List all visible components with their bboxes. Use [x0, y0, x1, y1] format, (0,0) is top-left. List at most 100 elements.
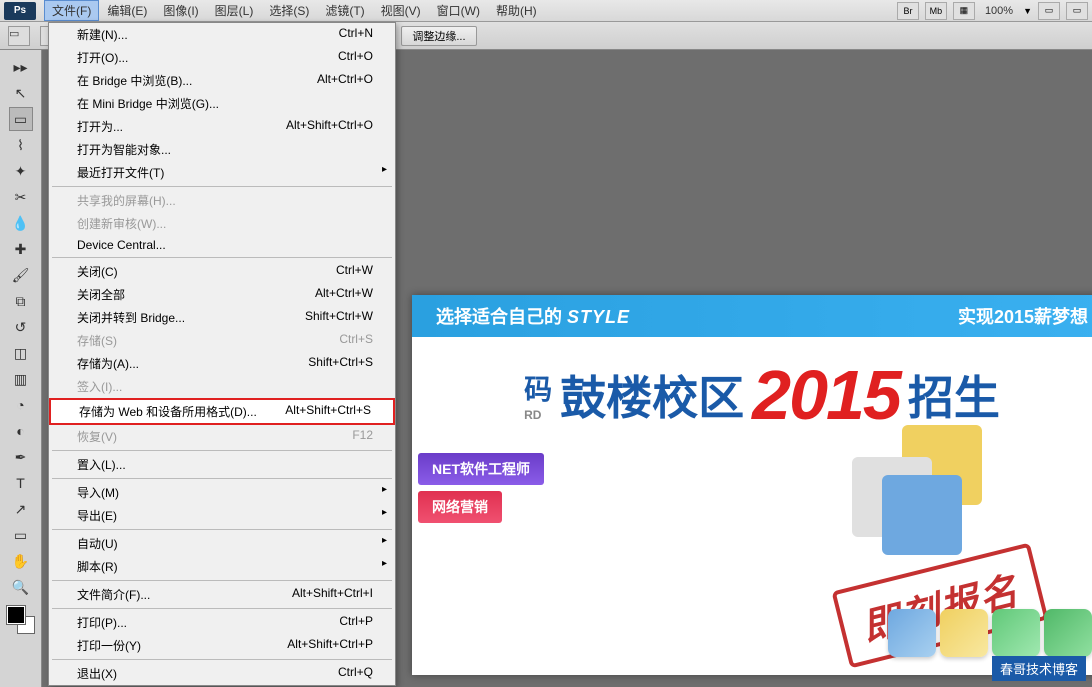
menu-item-shortcut: Ctrl+N: [339, 26, 373, 43]
menu-item[interactable]: 关闭并转到 Bridge...Shift+Ctrl+W: [49, 306, 395, 329]
menu-file[interactable]: 文件(F): [44, 0, 99, 21]
menu-item[interactable]: 脚本(R): [49, 555, 395, 578]
menu-edit[interactable]: 编辑(E): [99, 0, 155, 21]
menu-item-shortcut: F12: [352, 428, 373, 445]
menu-item-shortcut: Alt+Shift+Ctrl+O: [286, 118, 373, 135]
menu-item-label: 置入(L)...: [77, 456, 126, 473]
menu-item[interactable]: 新建(N)...Ctrl+N: [49, 23, 395, 46]
menu-item-label: 打开(O)...: [77, 49, 128, 66]
menu-separator: [52, 580, 392, 581]
tag-marketing: 网络营销: [418, 491, 502, 523]
refine-edge-button[interactable]: 调整边缘...: [401, 26, 476, 46]
dodge-tool[interactable]: ◐: [9, 419, 33, 443]
color-swatches[interactable]: [7, 606, 35, 634]
zoom-dropdown-icon[interactable]: ▼: [1023, 6, 1032, 16]
menu-item[interactable]: 打开(O)... Ctrl+O: [49, 46, 395, 69]
menu-item[interactable]: 在 Mini Bridge 中浏览(G)...: [49, 92, 395, 115]
menu-item[interactable]: 导入(M): [49, 481, 395, 504]
menu-item[interactable]: 在 Bridge 中浏览(B)...Alt+Ctrl+O: [49, 69, 395, 92]
menu-item-shortcut: Ctrl+S: [339, 332, 373, 349]
menu-item-label: 文件简介(F)...: [77, 586, 150, 603]
arrange-button[interactable]: ▭: [1038, 2, 1060, 20]
menu-item[interactable]: 打开为...Alt+Shift+Ctrl+O: [49, 115, 395, 138]
zoom-tool[interactable]: 🔍: [9, 575, 33, 599]
toolbox: ▸▸ ↖ ▭ ⌇ ✦ ✂ 💧 ✚ 🖌 ⧉ ↺ ◫ ▥ ◔ ◐ ✒ T ↗ ▭ ✋…: [0, 50, 42, 687]
menu-item[interactable]: 文件简介(F)... Alt+Shift+Ctrl+I: [49, 583, 395, 606]
gradient-tool[interactable]: ▥: [9, 367, 33, 391]
menu-view[interactable]: 视图(V): [373, 0, 429, 21]
brush-tool[interactable]: 🖌: [9, 263, 33, 287]
menu-item-label: 退出(X): [77, 665, 117, 682]
menu-item[interactable]: 存储为(A)...Shift+Ctrl+S: [49, 352, 395, 375]
menu-item-label: 关闭(C): [77, 263, 118, 280]
menu-item[interactable]: Device Central...: [49, 235, 395, 255]
menu-item[interactable]: 导出(E): [49, 504, 395, 527]
menu-separator: [52, 478, 392, 479]
menu-filter[interactable]: 滤镜(T): [317, 0, 372, 21]
menu-item-shortcut: Alt+Shift+Ctrl+I: [292, 586, 373, 603]
menu-item-label: 共享我的屏幕(H)...: [77, 192, 176, 209]
menu-item[interactable]: 打印(P)...Ctrl+P: [49, 611, 395, 634]
menu-item-label: 存储(S): [77, 332, 117, 349]
menu-item[interactable]: 退出(X)Ctrl+Q: [49, 662, 395, 685]
menu-select[interactable]: 选择(S): [261, 0, 317, 21]
menu-window[interactable]: 窗口(W): [429, 0, 488, 21]
lasso-tool[interactable]: ⌇: [9, 133, 33, 157]
menu-item[interactable]: 存储为 Web 和设备所用格式(D)...Alt+Shift+Ctrl+S: [49, 398, 395, 425]
menu-item[interactable]: 打印一份(Y) Alt+Shift+Ctrl+P: [49, 634, 395, 657]
menu-item: 恢复(V)F12: [49, 425, 395, 448]
hand-tool[interactable]: ✋: [9, 549, 33, 573]
menu-item-shortcut: Ctrl+P: [339, 614, 373, 631]
pen-tool[interactable]: ✒: [9, 445, 33, 469]
crop-tool[interactable]: ✂: [9, 185, 33, 209]
menu-separator: [52, 450, 392, 451]
banner-top: 选择适合自己的 STYLE 实现2015薪梦想: [412, 295, 1092, 337]
blur-tool[interactable]: ◔: [9, 393, 33, 417]
menu-image[interactable]: 图像(I): [155, 0, 206, 21]
history-brush-tool[interactable]: ↺: [9, 315, 33, 339]
type-tool[interactable]: T: [9, 471, 33, 495]
screen-mode-button[interactable]: ▭: [1066, 2, 1088, 20]
eraser-tool[interactable]: ◫: [9, 341, 33, 365]
main-year-text: 2015: [752, 355, 900, 435]
move-tool[interactable]: ↖: [9, 81, 33, 105]
tags-row: NET软件工程师: [412, 453, 1092, 485]
path-tool[interactable]: ↗: [9, 497, 33, 521]
side-label: 码: [524, 368, 552, 408]
marquee-tool-icon[interactable]: ▭: [8, 26, 30, 46]
menu-item-label: 关闭全部: [77, 286, 125, 303]
menu-item-shortcut: Ctrl+O: [338, 49, 373, 66]
menu-item-shortcut: Alt+Ctrl+W: [315, 286, 373, 303]
document-canvas[interactable]: 选择适合自己的 STYLE 实现2015薪梦想 码 RD 鼓楼校区 2015 招…: [412, 295, 1092, 675]
heal-tool[interactable]: ✚: [9, 237, 33, 261]
minibridge-button[interactable]: Mb: [925, 2, 947, 20]
menu-item[interactable]: 自动(U): [49, 532, 395, 555]
shape-tool[interactable]: ▭: [9, 523, 33, 547]
eyedropper-tool[interactable]: 💧: [9, 211, 33, 235]
menu-item-label: 导出(E): [77, 507, 117, 524]
menu-item-label: Device Central...: [77, 238, 166, 252]
stamp-tool[interactable]: ⧉: [9, 289, 33, 313]
menu-item-shortcut: Alt+Shift+Ctrl+P: [287, 637, 373, 654]
wand-tool[interactable]: ✦: [9, 159, 33, 183]
bridge-button[interactable]: Br: [897, 2, 919, 20]
view-extras-button[interactable]: ▦: [953, 2, 975, 20]
tags-row2: 网络营销: [412, 491, 1092, 523]
menu-item[interactable]: 打开为智能对象...: [49, 138, 395, 161]
main-zs-text: 招生: [908, 362, 1000, 428]
menu-item-label: 打印一份(Y): [77, 637, 141, 654]
menu-item-shortcut: Shift+Ctrl+S: [308, 355, 373, 372]
menu-item-shortcut: Shift+Ctrl+W: [305, 309, 373, 326]
menu-item-label: 脚本(R): [77, 558, 118, 575]
menu-help[interactable]: 帮助(H): [488, 0, 545, 21]
menu-layer[interactable]: 图层(L): [207, 0, 262, 21]
foreground-color[interactable]: [7, 606, 25, 624]
menu-item[interactable]: 关闭(C)Ctrl+W: [49, 260, 395, 283]
banner-left-text: 选择适合自己的: [436, 307, 562, 327]
tab-toggle-icon[interactable]: ▸▸: [9, 55, 33, 79]
menu-item[interactable]: 置入(L)...: [49, 453, 395, 476]
menu-bar: Ps 文件(F) 编辑(E) 图像(I) 图层(L) 选择(S) 滤镜(T) 视…: [0, 0, 1092, 22]
marquee-tool[interactable]: ▭: [9, 107, 33, 131]
menu-item[interactable]: 最近打开文件(T): [49, 161, 395, 184]
menu-item[interactable]: 关闭全部 Alt+Ctrl+W: [49, 283, 395, 306]
